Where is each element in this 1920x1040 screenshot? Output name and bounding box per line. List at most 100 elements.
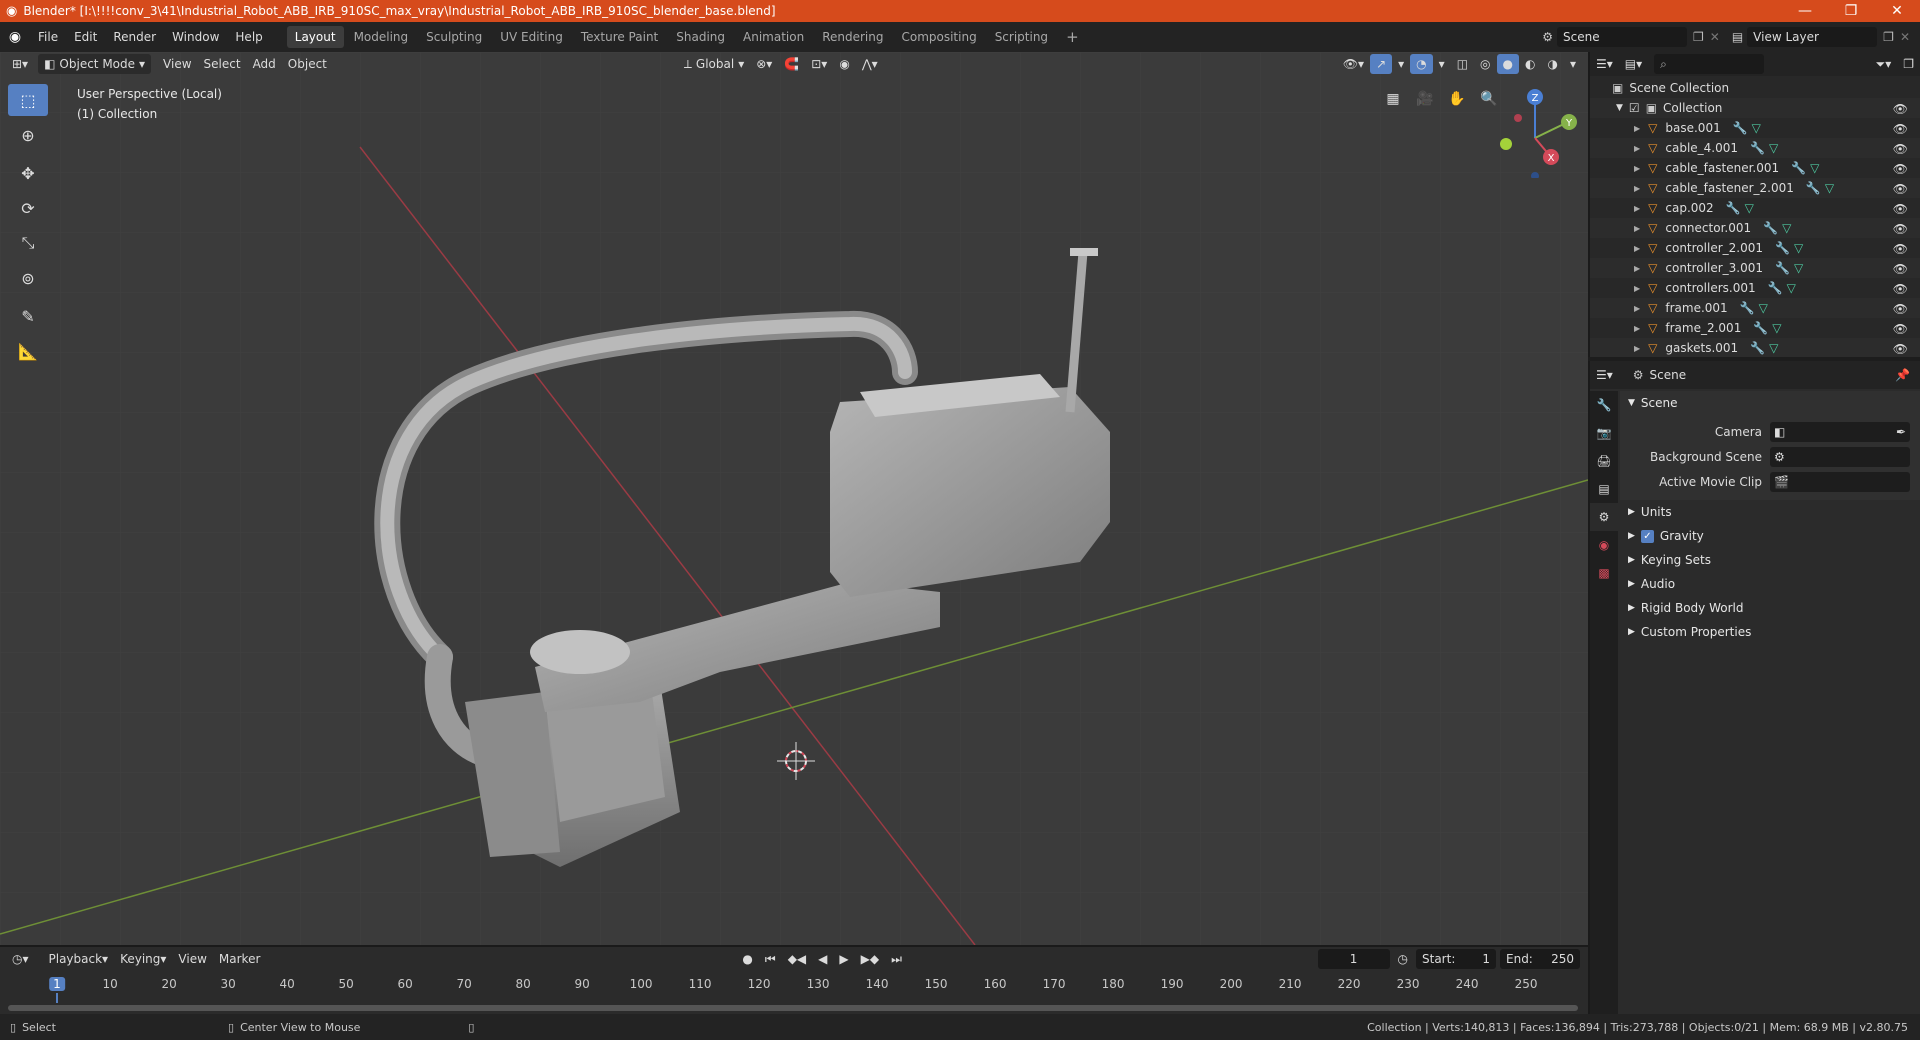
tab-modeling[interactable]: Modeling xyxy=(346,26,417,48)
expand-arrow-icon[interactable]: ▶ xyxy=(1634,124,1640,133)
playhead[interactable] xyxy=(56,993,58,1003)
mesh-data-icon[interactable]: ▽ xyxy=(1787,281,1796,295)
maximize-button[interactable]: ❐ xyxy=(1828,0,1874,22)
tree-row-scene-collection[interactable]: ▣ Scene Collection xyxy=(1590,78,1920,98)
view-layer-tab[interactable]: ▤ xyxy=(1590,475,1618,503)
xray-icon[interactable]: ◫ xyxy=(1451,54,1474,74)
expand-arrow-icon[interactable]: ▶ xyxy=(1634,304,1640,313)
eye-icon[interactable]: 👁 xyxy=(1893,122,1908,136)
view-layer-icon[interactable]: ▤ xyxy=(1732,30,1743,44)
menu-object[interactable]: Object xyxy=(282,54,333,74)
expand-arrow-icon[interactable]: ▼ xyxy=(1616,103,1623,113)
menu-render[interactable]: Render xyxy=(105,26,164,48)
new-view-layer-icon[interactable]: ❐ xyxy=(1883,30,1894,44)
filter-icon[interactable]: ⏷▾ xyxy=(1870,54,1898,74)
orientation-gizmo[interactable]: Z Y X xyxy=(1490,88,1580,178)
units-panel-header[interactable]: ▶ Units xyxy=(1620,500,1920,524)
tab-uv-editing[interactable]: UV Editing xyxy=(492,26,571,48)
play-reverse-button[interactable]: ◀ xyxy=(812,949,833,969)
render-tab[interactable]: 📷 xyxy=(1590,419,1618,447)
overlay-dropdown-icon[interactable]: ▾ xyxy=(1433,54,1451,74)
close-button[interactable]: ✕ xyxy=(1874,0,1920,22)
mesh-data-icon[interactable]: ▽ xyxy=(1752,121,1761,135)
mesh-data-icon[interactable]: ▽ xyxy=(1782,221,1791,235)
modifier-icon[interactable]: 🔧 xyxy=(1750,341,1765,355)
menu-add[interactable]: Add xyxy=(247,54,282,74)
wireframe-shading-icon[interactable]: ◎ xyxy=(1474,54,1496,74)
tree-row-object[interactable]: ▶ ▽ controllers.001 🔧 ▽ 👁 xyxy=(1590,278,1920,298)
prev-keyframe-button[interactable]: ◆◀ xyxy=(782,949,812,969)
snap-icon[interactable]: 🧲 xyxy=(778,54,805,74)
outliner-editor-type-icon[interactable]: ☰▾ xyxy=(1590,54,1619,74)
eye-icon[interactable]: 👁 xyxy=(1893,202,1908,216)
expand-arrow-icon[interactable]: ▶ xyxy=(1634,184,1640,193)
tab-shading[interactable]: Shading xyxy=(668,26,733,48)
custom-properties-panel-header[interactable]: ▶ Custom Properties xyxy=(1620,620,1920,644)
eye-icon[interactable]: 👁 xyxy=(1893,282,1908,296)
tree-row-object[interactable]: ▶ ▽ frame_2.001 🔧 ▽ 👁 xyxy=(1590,318,1920,338)
3d-viewport[interactable]: ⊞▾ ◧ Object Mode ▾ View Select Add Objec… xyxy=(0,52,1588,945)
scene-tab[interactable]: ⚙ xyxy=(1590,503,1618,531)
modifier-icon[interactable]: 🔧 xyxy=(1753,321,1768,335)
toggle-grid-icon[interactable]: ▦ xyxy=(1380,86,1406,112)
tab-rendering[interactable]: Rendering xyxy=(814,26,891,48)
timeline-scrollbar[interactable] xyxy=(8,1005,1578,1011)
eye-icon[interactable]: 👁 xyxy=(1893,262,1908,276)
use-preview-range-icon[interactable]: ◷ xyxy=(1398,952,1408,966)
gravity-panel-header[interactable]: ▶ ✓ Gravity xyxy=(1620,524,1920,548)
pivot-point-icon[interactable]: ⊗▾ xyxy=(750,54,778,74)
jump-end-button[interactable]: ⏭ xyxy=(885,949,908,969)
falloff-icon[interactable]: ⋀▾ xyxy=(856,54,884,74)
eye-icon[interactable]: 👁 xyxy=(1893,342,1908,356)
rigid-body-world-panel-header[interactable]: ▶ Rigid Body World xyxy=(1620,596,1920,620)
modifier-icon[interactable]: 🔧 xyxy=(1740,301,1755,315)
tab-scripting[interactable]: Scripting xyxy=(987,26,1056,48)
next-keyframe-button[interactable]: ▶◆ xyxy=(855,949,885,969)
camera-field[interactable]: ◧ ✒ xyxy=(1770,421,1910,442)
modifier-icon[interactable]: 🔧 xyxy=(1775,261,1790,275)
tree-row-object[interactable]: ▶ ▽ cap.002 🔧 ▽ 👁 xyxy=(1590,198,1920,218)
scene-panel-header[interactable]: ▼ Scene xyxy=(1620,391,1920,415)
start-frame-field[interactable]: Start: 1 xyxy=(1416,949,1496,969)
world-tab[interactable]: ◉ xyxy=(1590,531,1618,559)
expand-arrow-icon[interactable]: ▶ xyxy=(1634,344,1640,353)
tab-sculpting[interactable]: Sculpting xyxy=(418,26,490,48)
menu-help[interactable]: Help xyxy=(227,26,270,48)
mesh-data-icon[interactable]: ▽ xyxy=(1769,341,1778,355)
mode-dropdown[interactable]: ◧ Object Mode ▾ xyxy=(38,54,152,74)
scene-field[interactable]: Scene xyxy=(1557,27,1687,47)
eye-icon[interactable]: 👁 xyxy=(1893,322,1908,336)
end-frame-field[interactable]: End: 250 xyxy=(1500,949,1580,969)
menu-file[interactable]: File xyxy=(30,26,66,48)
output-tab[interactable]: 🖨 xyxy=(1590,447,1618,475)
tab-layout[interactable]: Layout xyxy=(286,26,344,48)
new-scene-icon[interactable]: ❐ xyxy=(1693,30,1704,44)
blender-menu-icon[interactable]: ◉ xyxy=(0,29,30,45)
mesh-data-icon[interactable]: ▽ xyxy=(1794,241,1803,255)
scene-selector-icon[interactable]: ⚙ xyxy=(1542,30,1553,44)
tree-row-object[interactable]: ▶ ▽ cable_fastener_2.001 🔧 ▽ 👁 xyxy=(1590,178,1920,198)
menu-marker[interactable]: Marker xyxy=(213,949,266,969)
active-movie-clip-field[interactable]: 🎬 xyxy=(1770,471,1910,492)
editor-type-icon[interactable]: ⊞▾ xyxy=(6,54,34,74)
mesh-data-icon[interactable]: ▽ xyxy=(1759,301,1768,315)
modifier-icon[interactable]: 🔧 xyxy=(1806,181,1821,195)
outliner-search-input[interactable]: ⌕ xyxy=(1654,54,1765,74)
menu-view[interactable]: View xyxy=(157,54,197,74)
transform-orientation-dropdown[interactable]: ⟂ Global ▾ xyxy=(678,54,750,74)
tree-row-object[interactable]: ▶ ▽ cable_4.001 🔧 ▽ 👁 xyxy=(1590,138,1920,158)
include-checkbox[interactable]: ☑ xyxy=(1629,101,1640,115)
background-scene-field[interactable]: ⚙ xyxy=(1770,446,1910,467)
eyedropper-icon[interactable]: ✒ xyxy=(1896,425,1906,439)
mesh-data-icon[interactable]: ▽ xyxy=(1825,181,1834,195)
eye-icon[interactable]: 👁 xyxy=(1893,302,1908,316)
remove-scene-icon[interactable]: ✕ xyxy=(1710,30,1720,44)
properties-editor-type-icon[interactable]: ☰▾ xyxy=(1590,365,1619,385)
menu-timeline-view[interactable]: View xyxy=(172,949,212,969)
overlay-toggle-icon[interactable]: ◔ xyxy=(1410,54,1433,74)
gravity-checkbox[interactable]: ✓ xyxy=(1640,529,1654,543)
mesh-data-icon[interactable]: ▽ xyxy=(1794,261,1803,275)
expand-arrow-icon[interactable]: ▶ xyxy=(1634,224,1640,233)
tab-texture-paint[interactable]: Texture Paint xyxy=(573,26,666,48)
mesh-data-icon[interactable]: ▽ xyxy=(1810,161,1819,175)
